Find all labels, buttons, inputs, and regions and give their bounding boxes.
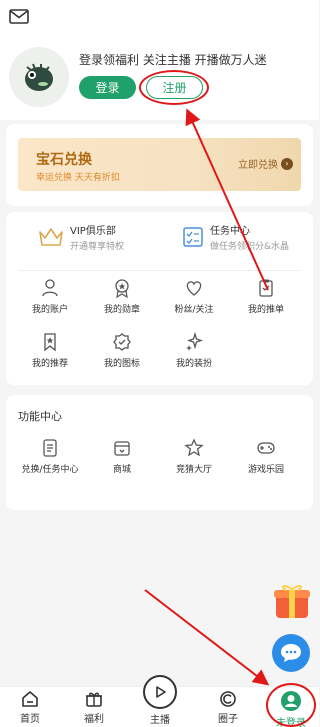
bookmark-star-icon xyxy=(44,333,56,352)
game-park-item[interactable]: 游戏乐园 xyxy=(230,438,302,475)
annotation-ring-register xyxy=(139,70,209,105)
my-orders-item[interactable]: 我的推单 xyxy=(230,278,302,315)
login-promo-text: 登录领福利 关注主播 开播做万人迷 xyxy=(79,53,267,67)
home-icon xyxy=(22,691,38,707)
my-icons-label: 我的图标 xyxy=(103,359,140,369)
task-center-subtitle: 做任务领积分&水晶 xyxy=(210,242,290,252)
vip-club-subtitle: 开通尊享特权 xyxy=(70,242,125,252)
gem-exchange-title: 宝石兑换 xyxy=(36,152,92,168)
menu-card: VIP俱乐部 开通尊享特权 任务中心 做任务领积分&水晶 我的账户 我的勋章 粉… xyxy=(6,212,313,385)
gem-exchange-subtitle: 幸运兑换 天天有折扣 xyxy=(36,173,120,183)
my-medals-item[interactable]: 我的勋章 xyxy=(86,278,158,315)
pufferfish-mascot-icon xyxy=(25,63,53,91)
function-grid: 兑换/任务中心 商城 竞猜大厅 游戏乐园 xyxy=(6,438,313,475)
gem-exchange-action-label: 立即兑换 xyxy=(238,160,278,171)
tab-circle-label: 圈子 xyxy=(218,714,238,725)
divider xyxy=(18,270,301,271)
tab-anchor[interactable]: 主播 xyxy=(135,711,185,726)
tab-home[interactable]: 首页 xyxy=(5,690,55,725)
shop-icon xyxy=(114,441,130,456)
clipboard-icon xyxy=(259,279,273,297)
crown-icon xyxy=(39,228,63,246)
my-account-item[interactable]: 我的账户 xyxy=(14,278,86,315)
gem-exchange-action[interactable]: 立即兑换 › xyxy=(238,156,293,171)
gamepad-icon xyxy=(257,442,275,454)
fans-follow-label: 粉丝/关注 xyxy=(174,305,214,315)
menu-grid-row-2: 我的推荐 我的图标 我的装扮 xyxy=(6,332,313,369)
menu-grid-row-1: 我的账户 我的勋章 粉丝/关注 我的推单 xyxy=(6,278,313,315)
tab-welfare-label: 福利 xyxy=(84,714,104,725)
gift-box-icon xyxy=(274,584,310,618)
mail-icon[interactable] xyxy=(9,9,29,24)
tab-anchor-label: 主播 xyxy=(150,715,170,726)
account-icon xyxy=(42,279,58,297)
circle-icon xyxy=(220,691,236,707)
badge-check-icon xyxy=(113,333,131,351)
annotation-arrow-down xyxy=(144,589,270,686)
function-center-title: 功能中心 xyxy=(18,410,62,423)
my-outfit-item[interactable]: 我的装扮 xyxy=(158,332,230,369)
my-outfit-label: 我的装扮 xyxy=(175,359,212,369)
guess-hall-label: 竞猜大厅 xyxy=(175,465,212,475)
chat-float-button[interactable] xyxy=(272,634,310,672)
fans-icon xyxy=(186,281,202,296)
my-medals-label: 我的勋章 xyxy=(103,305,140,315)
avatar[interactable] xyxy=(9,47,69,107)
function-center-card: 功能中心 兑换/任务中心 商城 竞猜大厅 游戏乐园 xyxy=(6,395,313,510)
medal-icon xyxy=(115,279,129,298)
my-orders-label: 我的推单 xyxy=(247,305,284,315)
my-recommend-label: 我的推荐 xyxy=(31,359,68,369)
task-center-title: 任务中心 xyxy=(210,226,250,237)
play-icon xyxy=(156,686,166,698)
exchange-task-icon xyxy=(43,439,57,457)
tab-welfare[interactable]: 福利 xyxy=(69,690,119,725)
checklist-icon xyxy=(183,227,203,247)
task-center-entry[interactable]: 任务中心 做任务领积分&水晶 xyxy=(182,222,289,252)
shop-item[interactable]: 商城 xyxy=(86,438,158,475)
guess-hall-item[interactable]: 竞猜大厅 xyxy=(158,438,230,475)
game-park-label: 游戏乐园 xyxy=(247,465,284,475)
sparkle-icon xyxy=(186,332,204,351)
vip-club-title: VIP俱乐部 xyxy=(70,226,116,237)
gem-exchange-banner[interactable]: 宝石兑换 幸运兑换 天天有折扣 立即兑换 › xyxy=(18,138,301,191)
exchange-task-center-label: 兑换/任务中心 xyxy=(21,465,79,475)
play-button[interactable] xyxy=(143,675,177,709)
chat-bubble-icon xyxy=(281,644,301,662)
gift-icon xyxy=(86,692,102,707)
login-button[interactable]: 登录 xyxy=(79,76,136,99)
chevron-right-icon: › xyxy=(281,157,293,170)
tab-home-label: 首页 xyxy=(20,714,40,725)
my-recommend-item[interactable]: 我的推荐 xyxy=(14,332,86,369)
tab-circle[interactable]: 圈子 xyxy=(203,690,253,725)
gift-float-button[interactable] xyxy=(270,580,314,624)
my-icons-item[interactable]: 我的图标 xyxy=(86,332,158,369)
vip-club-entry[interactable]: VIP俱乐部 开通尊享特权 xyxy=(38,222,124,252)
my-account-label: 我的账户 xyxy=(31,305,68,315)
shop-label: 商城 xyxy=(112,465,131,475)
guess-icon xyxy=(184,438,204,457)
fans-follow-item[interactable]: 粉丝/关注 xyxy=(158,278,230,315)
exchange-task-center-item[interactable]: 兑换/任务中心 xyxy=(14,438,86,475)
annotation-ring-tab xyxy=(266,683,316,727)
gem-exchange-card: 宝石兑换 幸运兑换 天天有折扣 立即兑换 › xyxy=(6,124,313,206)
